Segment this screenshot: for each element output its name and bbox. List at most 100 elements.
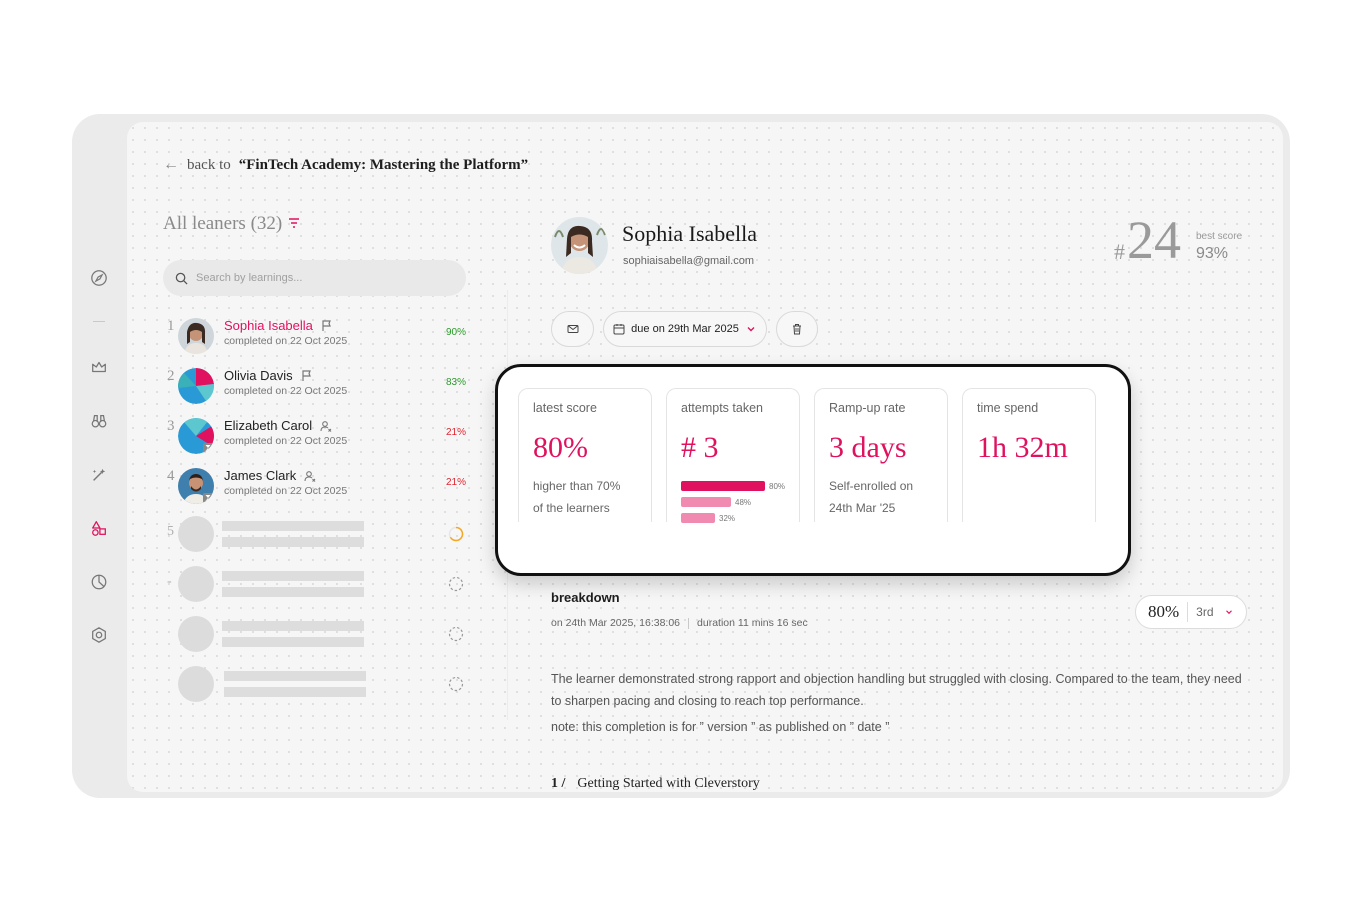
calendar-icon [613, 324, 625, 335]
back-link-course: “FinTech Academy: Mastering the Platform… [238, 156, 529, 173]
shapes-icon[interactable] [84, 513, 114, 543]
learner-rank: 2 [167, 368, 175, 384]
filter-icon[interactable] [288, 213, 300, 235]
best-score-value: 93% [1196, 245, 1229, 262]
binoculars-icon[interactable] [84, 406, 114, 436]
learner-name: Sophia Isabella [224, 318, 333, 333]
pill-separator [1187, 602, 1189, 622]
back-link-prefix: back to [187, 156, 231, 173]
attempt-bar [681, 481, 765, 491]
search-input[interactable] [196, 272, 436, 284]
due-date-text: due on 29th Mar 2025 [631, 323, 739, 335]
search-icon [175, 272, 188, 285]
stat-sub: Self-enrolled on 24th Mar '25 [829, 475, 913, 519]
placeholder-bar [222, 637, 364, 647]
avatar [178, 418, 214, 454]
user-remove-icon [320, 420, 332, 432]
search-box[interactable] [163, 260, 466, 296]
learner-name-text: James Clark [224, 468, 297, 483]
learner-score: 83% [445, 377, 466, 388]
due-date-button[interactable]: due on 29th Mar 2025 [603, 311, 767, 347]
attempt-bar-label: 32% [719, 514, 736, 523]
learner-date: completed on 22 Oct 2025 [224, 385, 348, 397]
stat-label: time spend [977, 401, 1039, 415]
settings-icon[interactable] [84, 620, 114, 650]
breakdown-date: on 24th Mar 2025, 16:38:06 [551, 617, 681, 629]
placeholder-bar [222, 587, 364, 597]
attempt-place: 3rd [1196, 605, 1214, 619]
learner-date: completed on 22 Oct 2025 [224, 335, 348, 347]
magic-wand-icon[interactable] [84, 460, 114, 490]
stat-label: Ramp-up rate [829, 401, 906, 415]
back-link[interactable]: ← back to “FinTech Academy: Mastering th… [163, 156, 528, 174]
profile-avatar [551, 217, 608, 274]
attempts-card: attempts taken # 3 80% 48% 32% [666, 388, 800, 523]
stat-sub-line: 24th Mar '25 [829, 501, 896, 515]
placeholder-avatar [178, 566, 214, 602]
crown-icon[interactable] [84, 352, 114, 382]
stat-label: latest score [533, 401, 597, 415]
delete-button[interactable] [776, 311, 818, 347]
learners-title-text: All leaners (32) [163, 213, 283, 234]
pending-icon [448, 576, 464, 592]
rank-hash: # [1114, 239, 1125, 264]
stat-sub: higher than 70% of the learners [533, 475, 620, 519]
learner-name-text: Olivia Davis [224, 368, 293, 383]
stat-sub-line: higher than 70% [533, 479, 621, 493]
ramp-up-card: Ramp-up rate 3 days Self-enrolled on 24t… [814, 388, 948, 522]
stat-value: 3 days [829, 431, 907, 464]
rail-divider [93, 321, 105, 322]
placeholder-avatar [178, 666, 214, 702]
attempt-bar-label: 80% [769, 482, 786, 491]
placeholder-bar [222, 537, 364, 547]
learner-row[interactable]: 1 Sophia Isabella completed on 22 Oct 20… [163, 318, 468, 358]
placeholder-row [163, 616, 468, 656]
arrow-left-icon: ← [163, 156, 179, 173]
learner-score: 21% [445, 477, 466, 488]
placeholder-row: 5 [163, 516, 468, 556]
user-remove-icon [304, 470, 316, 482]
trash-icon [793, 324, 801, 335]
learner-rank: 4 [167, 468, 175, 484]
placeholder-avatar [178, 516, 214, 552]
attempt-bar [681, 513, 715, 523]
stat-value: # 3 [681, 431, 719, 464]
stat-value: 1h 32m [977, 431, 1068, 464]
placeholder-bar [224, 687, 366, 697]
learner-date: completed on 22 Oct 2025 [224, 435, 348, 447]
rank-number: 24 [1127, 210, 1181, 270]
compass-icon[interactable] [84, 263, 114, 293]
learner-name: James Clark [224, 468, 316, 483]
learner-name: Olivia Davis [224, 368, 313, 383]
email-button[interactable] [551, 311, 594, 347]
learner-date: completed on 22 Oct 2025 [224, 485, 348, 497]
pie-chart-icon[interactable] [84, 567, 114, 597]
learner-row[interactable]: 2 Olivia Davis completed on 22 Oct 2025 … [163, 368, 468, 408]
learner-name-text: Sophia Isabella [224, 318, 313, 333]
pending-icon [448, 626, 464, 642]
section-title: Getting Started with Cleverstory [577, 776, 760, 791]
placeholder-bar [222, 571, 364, 581]
breakdown-duration: duration 11 mins 16 sec [697, 617, 808, 629]
learner-row[interactable]: 3 Elizabeth Carol completed on 22 Oct 20… [163, 418, 468, 458]
learner-row[interactable]: 4 James Clark completed on 22 Oct 2025 2… [163, 468, 468, 508]
stat-label: attempts taken [681, 401, 763, 415]
learner-name: Elizabeth Carol [224, 418, 332, 433]
mail-icon [567, 325, 578, 333]
placeholder-bar [222, 521, 364, 531]
breakdown-title: breakdown [551, 590, 620, 605]
flag-icon [322, 319, 331, 331]
placeholder-row [163, 666, 468, 706]
placeholder-avatar [178, 616, 214, 652]
learner-rank: 3 [167, 418, 175, 434]
learners-title: All leaners (32) [163, 213, 300, 235]
attempt-score: 80% [1148, 602, 1180, 621]
learner-score: 90% [445, 327, 466, 338]
attempt-selector[interactable]: 80% 3rd [1135, 595, 1247, 629]
breakdown-summary: The learner demonstrated strong rapport … [551, 672, 1242, 708]
attempt-bar [681, 497, 731, 507]
avatar [178, 368, 214, 404]
placeholder-row: - [163, 566, 468, 606]
latest-score-card: latest score 80% higher than 70% of the … [518, 388, 652, 522]
section-heading[interactable]: 1 / Getting Started with Cleverstory [551, 776, 760, 792]
